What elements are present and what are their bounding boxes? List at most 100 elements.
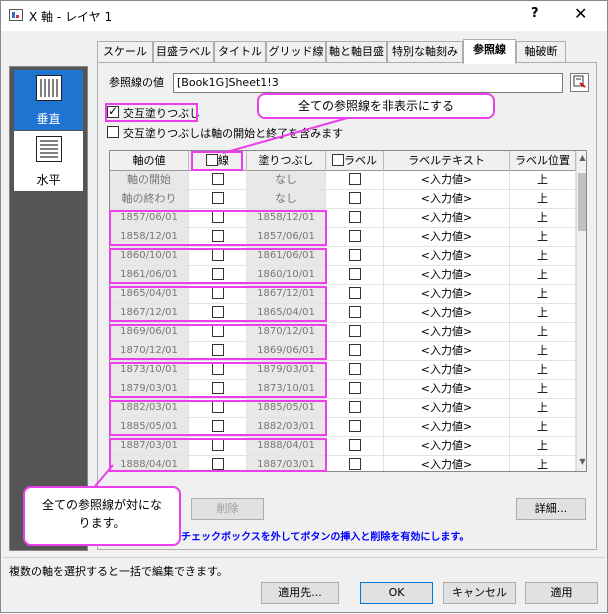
- cell-label-text[interactable]: <入力値>: [384, 380, 510, 399]
- label-checkbox[interactable]: [348, 363, 361, 375]
- cell-label-position[interactable]: 上: [510, 418, 576, 437]
- label-checkbox[interactable]: [348, 458, 361, 470]
- ok-button[interactable]: OK: [360, 582, 433, 604]
- label-checkbox[interactable]: [348, 401, 361, 413]
- label-checkbox[interactable]: [348, 230, 361, 242]
- cell-label-position[interactable]: 上: [510, 228, 576, 247]
- apply-button[interactable]: 適用: [525, 582, 598, 604]
- label-checkbox[interactable]: [348, 249, 361, 261]
- cell-label-position[interactable]: 上: [510, 304, 576, 323]
- line-checkbox[interactable]: [211, 192, 224, 204]
- cell-label[interactable]: [326, 171, 384, 190]
- cell-label-text[interactable]: <入力値>: [384, 247, 510, 266]
- cell-fill[interactable]: なし: [247, 171, 326, 190]
- label-checkbox[interactable]: [348, 192, 361, 204]
- cell-axis-value[interactable]: 軸の開始: [110, 171, 189, 190]
- cell-label-text[interactable]: <入力値>: [384, 266, 510, 285]
- cell-label-position[interactable]: 上: [510, 247, 576, 266]
- cell-label-position[interactable]: 上: [510, 285, 576, 304]
- label-checkbox[interactable]: [348, 439, 361, 451]
- cell-label-text[interactable]: <入力値>: [384, 209, 510, 228]
- tab-tick-labels[interactable]: 目盛ラベル: [153, 41, 214, 63]
- cell-label[interactable]: [326, 266, 384, 285]
- cell-label-text[interactable]: <入力値>: [384, 285, 510, 304]
- cell-label[interactable]: [326, 456, 384, 471]
- cell-label-position[interactable]: 上: [510, 399, 576, 418]
- cell-label-position[interactable]: 上: [510, 342, 576, 361]
- cell-label-position[interactable]: 上: [510, 266, 576, 285]
- cell-label[interactable]: [326, 304, 384, 323]
- cell-label-position[interactable]: 上: [510, 380, 576, 399]
- tab-title[interactable]: タイトル: [214, 41, 266, 63]
- reference-values-input[interactable]: [Book1G]Sheet1!3: [173, 73, 563, 93]
- cell-label[interactable]: [326, 380, 384, 399]
- table-row[interactable]: 軸の開始 なし <入力値> 上: [110, 171, 576, 190]
- scroll-thumb[interactable]: [578, 173, 586, 231]
- cell-label-text[interactable]: <入力値>: [384, 228, 510, 247]
- vertical-scrollbar[interactable]: ▲ ▼: [576, 151, 586, 471]
- cancel-button[interactable]: キャンセル: [443, 582, 516, 604]
- cell-line[interactable]: [189, 190, 247, 209]
- sidebar-item-horizontal[interactable]: 水平: [14, 131, 83, 191]
- cell-label-text[interactable]: <入力値>: [384, 342, 510, 361]
- cell-label-position[interactable]: 上: [510, 323, 576, 342]
- cell-label[interactable]: [326, 247, 384, 266]
- tab-axis-break[interactable]: 軸破断: [516, 41, 566, 63]
- cell-line[interactable]: [189, 171, 247, 190]
- details-button[interactable]: 詳細...: [516, 498, 586, 520]
- cell-label-text[interactable]: <入力値>: [384, 171, 510, 190]
- cell-label-position[interactable]: 上: [510, 456, 576, 471]
- apply-to-button[interactable]: 適用先...: [261, 582, 339, 604]
- cell-label-text[interactable]: <入力値>: [384, 456, 510, 471]
- tab-grids[interactable]: グリッド線: [266, 41, 326, 63]
- tab-reference-lines[interactable]: 参照線: [463, 39, 516, 64]
- close-icon[interactable]: ✕: [574, 4, 587, 23]
- cell-label[interactable]: [326, 323, 384, 342]
- label-checkbox[interactable]: [348, 268, 361, 280]
- cell-label[interactable]: [326, 342, 384, 361]
- cell-label[interactable]: [326, 399, 384, 418]
- cell-label-position[interactable]: 上: [510, 209, 576, 228]
- cell-label-position[interactable]: 上: [510, 437, 576, 456]
- cell-label-text[interactable]: <入力値>: [384, 190, 510, 209]
- scroll-down-icon[interactable]: ▼: [578, 457, 586, 466]
- tab-special-ticks[interactable]: 特別な軸刻み: [387, 41, 463, 63]
- help-button[interactable]: ?: [531, 6, 539, 21]
- cell-label[interactable]: [326, 209, 384, 228]
- label-checkbox[interactable]: [348, 173, 361, 185]
- cell-label[interactable]: [326, 361, 384, 380]
- cell-label-position[interactable]: 上: [510, 361, 576, 380]
- label-checkbox[interactable]: [348, 382, 361, 394]
- cell-label[interactable]: [326, 437, 384, 456]
- line-checkbox[interactable]: [211, 173, 224, 185]
- tab-line-ticks[interactable]: 軸と軸目盛: [326, 41, 387, 63]
- cell-label[interactable]: [326, 228, 384, 247]
- cell-label-text[interactable]: <入力値>: [384, 361, 510, 380]
- cell-label-text[interactable]: <入力値>: [384, 418, 510, 437]
- label-checkbox[interactable]: [348, 420, 361, 432]
- label-checkbox[interactable]: [348, 287, 361, 299]
- range-select-button[interactable]: [570, 73, 589, 92]
- column-header-label[interactable]: ラベル: [326, 151, 384, 171]
- cell-label-text[interactable]: <入力値>: [384, 304, 510, 323]
- cell-label-text[interactable]: <入力値>: [384, 437, 510, 456]
- scroll-up-icon[interactable]: ▲: [578, 153, 586, 162]
- label-checkbox[interactable]: [348, 211, 361, 223]
- label-checkbox[interactable]: [348, 325, 361, 337]
- tab-scale[interactable]: スケール: [97, 41, 153, 63]
- label-checkbox[interactable]: [348, 344, 361, 356]
- sidebar-item-vertical[interactable]: 垂直: [14, 70, 83, 130]
- cell-label-position[interactable]: 上: [510, 171, 576, 190]
- cell-fill[interactable]: なし: [247, 190, 326, 209]
- cell-label[interactable]: [326, 285, 384, 304]
- label-checkbox[interactable]: [348, 306, 361, 318]
- cell-label-text[interactable]: <入力値>: [384, 399, 510, 418]
- alternate-fill-ends-checkbox[interactable]: [107, 126, 119, 138]
- cell-label[interactable]: [326, 190, 384, 209]
- delete-button[interactable]: 削除: [191, 498, 264, 520]
- cell-label[interactable]: [326, 418, 384, 437]
- cell-label-text[interactable]: <入力値>: [384, 323, 510, 342]
- table-row[interactable]: 軸の終わり なし <入力値> 上: [110, 190, 576, 209]
- label-all-checkbox[interactable]: [332, 154, 344, 166]
- cell-axis-value[interactable]: 軸の終わり: [110, 190, 189, 209]
